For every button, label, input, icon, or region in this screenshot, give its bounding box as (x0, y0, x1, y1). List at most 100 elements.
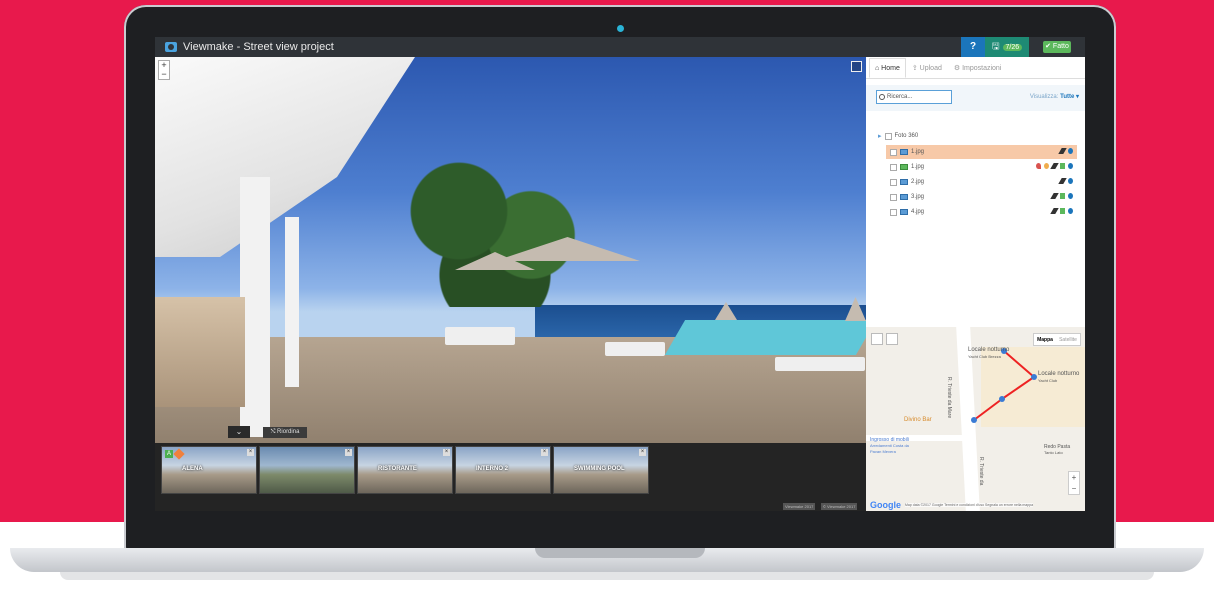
close-icon[interactable]: × (345, 449, 352, 456)
gear-icon[interactable] (1068, 193, 1073, 199)
filmstrip-thumb[interactable]: RISTORANTE × (357, 446, 453, 494)
thumb-label: RISTORANTE (378, 466, 417, 472)
map-street-label: R. Trieste da Mare (946, 377, 952, 419)
topbar-actions: ? 🖫 7/26 ✔ Fatto (961, 37, 1085, 57)
edit-icon[interactable] (1058, 148, 1067, 154)
checkbox[interactable] (890, 148, 897, 156)
tree-root-label: Foto 360 (894, 133, 919, 139)
app-topbar: Viewmake - Street view project ? 🖫 7/26 … (155, 37, 1085, 57)
close-icon[interactable]: × (443, 449, 450, 456)
copyright-label: Viewmake 2017 (783, 503, 816, 510)
collapse-filmstrip-button[interactable]: ⌄ (228, 426, 250, 438)
gear-icon[interactable] (1068, 208, 1073, 214)
link-icon[interactable] (1060, 193, 1065, 199)
file-row[interactable]: 2.jpg (886, 175, 1077, 189)
zoom-out-button[interactable]: − (159, 70, 169, 79)
gear-icon[interactable] (1068, 163, 1073, 169)
checkbox[interactable] (890, 178, 897, 186)
map-footer: Google Map data ©2017 Google Termini e c… (866, 499, 1085, 511)
map-street-label: R. Trieste da (978, 457, 984, 486)
marketing-stage: Viewmake - Street view project ? 🖫 7/26 … (0, 0, 1214, 589)
marker-badge (173, 448, 185, 460)
search-row: Ricerca... Visualizza: Tutte ▾ (866, 85, 1085, 111)
save-icon: 🖫 (991, 41, 1000, 51)
filmstrip-thumb[interactable]: × (259, 446, 355, 494)
row-actions (1050, 193, 1073, 199)
search-input[interactable]: Ricerca... (876, 90, 952, 104)
folder-icon: ▸ (878, 133, 882, 140)
map-zoom-out-button[interactable]: − (1069, 483, 1079, 494)
help-button[interactable]: ? (961, 37, 985, 57)
thumb-label: SWIMMING POOL (574, 466, 625, 472)
image-icon (900, 194, 908, 200)
copyright-label: © Viewmake 2017 (821, 503, 858, 510)
app-screen: Viewmake - Street view project ? 🖫 7/26 … (155, 37, 1085, 511)
camera-icon (165, 42, 177, 52)
link-icon[interactable] (1060, 208, 1065, 214)
file-name: 1.jpg (911, 164, 925, 170)
file-name: 2.jpg (911, 179, 925, 185)
checkbox[interactable] (884, 132, 892, 140)
map-label: Yacht Club Brezza (968, 354, 1001, 359)
close-icon[interactable]: × (247, 449, 254, 456)
filmstrip-thumb[interactable]: SWIMMING POOL × (553, 446, 649, 494)
zoom-control[interactable]: + − (158, 60, 170, 80)
map-terms[interactable]: Map data ©2017 Google Termini e condizio… (905, 503, 1034, 507)
edit-icon[interactable] (1050, 163, 1059, 169)
tab-home[interactable]: ⌂ Home (869, 58, 906, 78)
google-logo: Google (870, 500, 901, 510)
close-icon[interactable]: × (639, 449, 646, 456)
image-icon (900, 164, 908, 170)
laptop-notch (535, 548, 705, 558)
file-row[interactable]: 3.jpg (886, 190, 1077, 204)
tab-upload[interactable]: ⇪ Upload (906, 58, 948, 78)
file-row[interactable]: 1.jpg (886, 160, 1077, 174)
map-label: Arredamenti Costa da (870, 443, 909, 448)
view-filter-label: Visualizza: (1029, 94, 1059, 100)
checkbox[interactable] (890, 193, 897, 201)
save-count-badge: 7/26 (1002, 43, 1023, 51)
filmstrip: A ALENA × × RISTORANTE × INTERNO 2 × SWI… (155, 443, 866, 511)
side-panel: ⌂ Home ⇪ Upload ⚙ Impostazioni Ricerca..… (866, 57, 1085, 327)
pin-icon[interactable] (1036, 163, 1041, 169)
map-zoom-in-button[interactable]: + (1069, 472, 1079, 483)
edit-icon[interactable] (1050, 193, 1059, 199)
edit-icon[interactable] (1050, 208, 1059, 214)
pool (664, 320, 866, 355)
checkbox[interactable] (890, 208, 897, 216)
save-button[interactable]: 🖫 7/26 (985, 37, 1029, 57)
tree-root[interactable]: ▸ Foto 360 (878, 132, 918, 140)
map-widget[interactable]: Mappa Satellite Locale notturno Yacht Cl… (866, 327, 1085, 511)
map-label: Divino Bar (904, 417, 932, 423)
view-filter-value[interactable]: Tutte ▾ (1060, 94, 1079, 100)
sunbed (775, 357, 865, 371)
bar-counter (155, 297, 245, 407)
gear-icon[interactable] (1068, 148, 1073, 154)
fullscreen-icon[interactable] (851, 61, 862, 72)
gear-icon[interactable] (1068, 178, 1073, 184)
map-label: Tanto Lato (1044, 450, 1063, 455)
pillar (285, 217, 299, 387)
link-icon[interactable] (1060, 163, 1065, 169)
table (445, 327, 515, 345)
app-title: Viewmake - Street view project (183, 41, 334, 53)
panorama-viewer[interactable]: + − ⌄ ⤭ Riordina (155, 57, 866, 443)
rotate-icon[interactable] (1044, 163, 1049, 169)
edit-icon[interactable] (1058, 178, 1067, 184)
image-icon (900, 149, 908, 155)
tab-settings[interactable]: ⚙ Impostazioni (948, 58, 1008, 78)
map-zoom-control[interactable]: + − (1068, 471, 1080, 495)
close-icon[interactable]: × (541, 449, 548, 456)
file-row[interactable]: 1.jpg (886, 145, 1077, 159)
laptop-shadow (60, 572, 1154, 580)
view-filter[interactable]: Visualizza: Tutte ▾ (1030, 93, 1079, 100)
filmstrip-thumb[interactable]: A ALENA × (161, 446, 257, 494)
checkbox[interactable] (890, 163, 897, 171)
file-row[interactable]: 4.jpg (886, 205, 1077, 219)
row-actions (1050, 208, 1073, 214)
start-badge: A (165, 450, 173, 458)
done-button[interactable]: ✔ Fatto (1043, 41, 1071, 53)
reorder-button[interactable]: ⤭ Riordina (263, 427, 307, 438)
table (605, 342, 665, 356)
filmstrip-thumb[interactable]: INTERNO 2 × (455, 446, 551, 494)
